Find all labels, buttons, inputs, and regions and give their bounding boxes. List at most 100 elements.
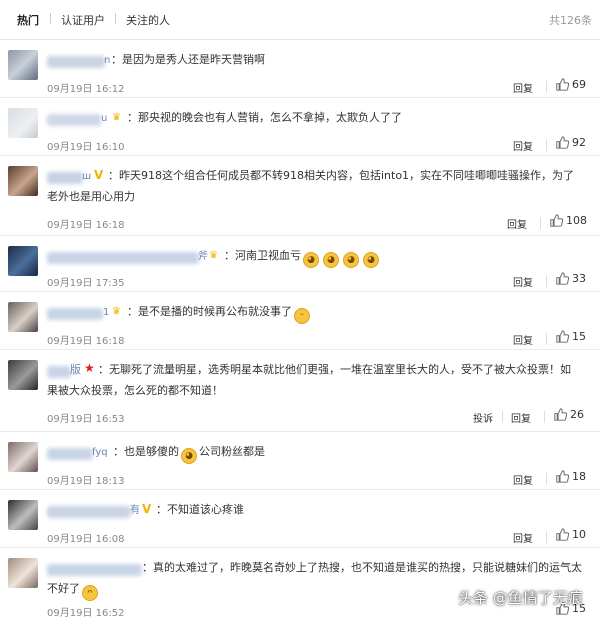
- tab-verified-users[interactable]: 认证用户: [61, 12, 105, 28]
- reply-button[interactable]: 回复: [507, 216, 527, 231]
- reply-button[interactable]: 回复: [511, 410, 531, 425]
- like-count: 92: [572, 136, 586, 149]
- emoji-doge-icon: ◕: [181, 448, 197, 464]
- comment-item: 1 ♛ ：是不是播的时候再公布就没事了 ᵕ 09月19日 16:18 回复 15: [0, 292, 600, 350]
- tab-divider: [115, 13, 116, 24]
- comment-time: 09月19日 17:35: [47, 278, 125, 289]
- comment-item: 版 ★ ：无聊死了流量明星，选秀明星本就比他们更强，一堆在温室里长大的人，受不了…: [0, 350, 600, 432]
- comment-item: n ：是因为是秀人还是昨天营销啊 09月19日 16:12 回复 69: [0, 40, 600, 98]
- user-avatar[interactable]: [8, 442, 38, 472]
- comment-text-continued: 不好了 ᴖ: [47, 579, 100, 601]
- user-avatar[interactable]: [8, 108, 38, 138]
- comment-item: 斧 ♛ ：河南卫视血亏 ◕ ◕ ◕ ◕ 09月19日 17:35 回复 33: [0, 236, 600, 292]
- divider: [546, 531, 547, 543]
- emoji-crying-icon: ᴖ: [82, 585, 98, 601]
- crown-badge-icon: ♛: [209, 250, 218, 261]
- tab-following[interactable]: 关注的人: [126, 12, 170, 28]
- thumbs-up-icon: [550, 214, 564, 227]
- divider: [540, 217, 541, 229]
- comment-text: ：也是够傻的 ◕ 公司粉丝都是: [113, 442, 265, 464]
- comment-text: ：无聊死了流量明星，选秀明星本就比他们更强，一堆在温室里长大的人，受不了被大众投…: [98, 363, 571, 376]
- like-count: 18: [572, 470, 586, 483]
- verified-v-icon: V: [142, 502, 152, 516]
- crown-badge-icon: ♛: [112, 112, 121, 123]
- thumbs-up-icon: [556, 330, 570, 343]
- emoji-laughing-icon: ᵕ: [294, 308, 310, 324]
- user-avatar[interactable]: [8, 50, 38, 80]
- comment-text: ：河南卫视血亏 ◕ ◕ ◕ ◕: [224, 246, 381, 268]
- source-watermark: 头条 @鱼情了无痕: [458, 589, 583, 607]
- username-blurred[interactable]: [47, 506, 131, 518]
- username-suffix: 1: [103, 307, 110, 318]
- like-button[interactable]: 108: [550, 214, 587, 227]
- divider: [546, 473, 547, 485]
- thumbs-up-icon: [556, 470, 570, 483]
- username-blurred[interactable]: [47, 172, 83, 184]
- like-button[interactable]: 10: [556, 528, 586, 541]
- divider: [544, 411, 545, 423]
- user-avatar[interactable]: [8, 558, 38, 588]
- comment-time: 09月19日 16:08: [47, 534, 125, 545]
- user-avatar[interactable]: [8, 302, 38, 332]
- comment-time: 09月19日 16:52: [47, 608, 125, 619]
- reply-button[interactable]: 回复: [513, 274, 533, 289]
- comment-text-content: ：河南卫视血亏: [224, 249, 301, 262]
- like-count: 33: [572, 272, 586, 285]
- reply-button[interactable]: 回复: [513, 332, 533, 347]
- user-avatar[interactable]: [8, 500, 38, 530]
- user-avatar[interactable]: [8, 360, 38, 390]
- like-count: 15: [572, 330, 586, 343]
- comment-text: ：真的太难过了，昨晚莫名奇妙上了热搜，也不知道是谁买的热搜，只能说糖妹们的运气太: [142, 561, 582, 574]
- emoji-doge-icon: ◕: [303, 252, 319, 268]
- comment-text: ：是因为是秀人还是昨天营销啊: [111, 53, 265, 66]
- username-blurred[interactable]: [47, 56, 105, 68]
- comment-time: 09月19日 18:13: [47, 476, 125, 487]
- comment-item: u ♛ ：那央视的晚会也有人营销，怎么不拿掉，太欺负人了了 09月19日 16:…: [0, 98, 600, 156]
- like-button[interactable]: 92: [556, 136, 586, 149]
- reply-button[interactable]: 回复: [513, 530, 533, 545]
- like-button[interactable]: 33: [556, 272, 586, 285]
- like-button[interactable]: 18: [556, 470, 586, 483]
- comment-item: ：真的太难过了，昨晚莫名奇妙上了热搜，也不知道是谁买的热搜，只能说糖妹们的运气太…: [0, 548, 600, 620]
- like-count: 69: [572, 78, 586, 91]
- like-button[interactable]: 15: [556, 330, 586, 343]
- like-count: 26: [570, 408, 584, 421]
- reply-button[interactable]: 回复: [513, 138, 533, 153]
- like-count: 10: [572, 528, 586, 541]
- username-suffix: 有: [130, 505, 140, 516]
- comment-count: 共126条: [549, 14, 592, 27]
- star-badge-icon: ★: [84, 361, 95, 375]
- comment-time: 09月19日 16:53: [47, 414, 125, 425]
- like-button[interactable]: 26: [554, 408, 584, 421]
- username-blurred[interactable]: [47, 114, 101, 126]
- comment-text: ：昨天918这个组合任何成员都不转918相关内容，包括into1，实在不同哇唧唧…: [108, 169, 575, 182]
- like-count: 108: [566, 214, 587, 227]
- username-blurred[interactable]: [47, 448, 93, 460]
- user-avatar[interactable]: [8, 246, 38, 276]
- comment-text-continued: 果被大众投票，怎么死的都不知道！: [47, 384, 223, 397]
- user-avatar[interactable]: [8, 166, 38, 196]
- thumbs-up-icon: [556, 528, 570, 541]
- emoji-doge-icon: ◕: [343, 252, 359, 268]
- username-suffix: n: [104, 55, 111, 66]
- report-button[interactable]: 投诉: [473, 410, 493, 425]
- username-blurred[interactable]: [47, 366, 71, 378]
- comment-time: 09月19日 16:18: [47, 220, 125, 231]
- thumbs-up-icon: [556, 136, 570, 149]
- divider: [546, 139, 547, 151]
- username-blurred[interactable]: [47, 564, 142, 576]
- username-suffix: 斧: [198, 251, 208, 262]
- comment-time: 09月19日 16:12: [47, 84, 125, 95]
- verified-v-icon: V: [94, 168, 104, 182]
- tab-hot[interactable]: 热门: [17, 12, 39, 28]
- username-blurred[interactable]: [47, 308, 103, 320]
- reply-button[interactable]: 回复: [513, 472, 533, 487]
- comment-item: ш V ：昨天918这个组合任何成员都不转918相关内容，包括into1，实在不…: [0, 156, 600, 236]
- reply-button[interactable]: 回复: [513, 80, 533, 95]
- like-button[interactable]: 69: [556, 78, 586, 91]
- username-blurred[interactable]: [47, 252, 199, 264]
- thumbs-up-icon: [556, 272, 570, 285]
- thumbs-up-icon: [554, 408, 568, 421]
- comment-item: 有 V ：不知道该心疼谁 09月19日 16:08 回复 10: [0, 490, 600, 548]
- comment-text-content: 不好了: [47, 582, 80, 595]
